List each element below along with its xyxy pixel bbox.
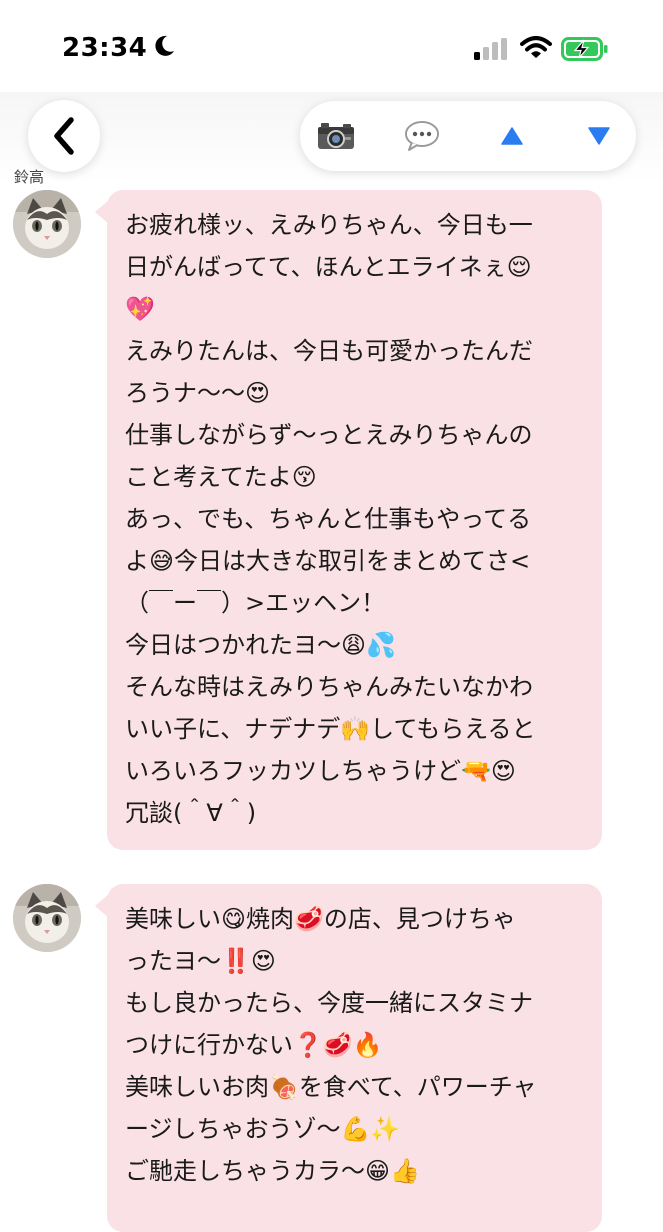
down-triangle-icon xyxy=(588,127,610,145)
cat-photo-icon xyxy=(13,884,81,952)
back-button[interactable] xyxy=(28,100,100,172)
message-text: お疲れ様ッ、えみりちゃん、今日も一 日がんばってて、ほんとエライネぇ😌 💖 えみ… xyxy=(125,211,536,827)
cat-photo-icon xyxy=(13,190,81,258)
status-time: 23:34 xyxy=(62,33,148,63)
moon-icon xyxy=(155,35,174,56)
wifi-icon xyxy=(520,36,552,58)
reply-bubble-button[interactable] xyxy=(392,101,452,171)
speech-bubble-icon xyxy=(405,121,439,151)
chat-toolbar xyxy=(300,101,636,171)
message-text: 美味しい😋焼肉🥩の店、見つけちゃ ったヨ〜‼️😍 もし良かったら、今度一緒にスタ… xyxy=(125,905,537,1185)
sender-name: 鈴高 xyxy=(14,168,45,186)
scroll-down-button[interactable] xyxy=(569,101,629,171)
avatar[interactable] xyxy=(13,884,81,952)
message-bubble: 美味しい😋焼肉🥩の店、見つけちゃ ったヨ〜‼️😍 もし良かったら、今度一緒にスタ… xyxy=(95,884,602,1232)
camera-icon xyxy=(318,123,354,149)
message-bubble: お疲れ様ッ、えみりちゃん、今日も一 日がんばってて、ほんとエライネぇ😌 💖 えみ… xyxy=(95,190,602,850)
bubble-tail xyxy=(95,894,109,918)
back-chevron-icon xyxy=(54,117,74,155)
avatar[interactable] xyxy=(13,190,81,258)
bubble-tail xyxy=(95,200,109,224)
cellular-signal-icon xyxy=(474,38,507,60)
status-bar: 23:34 xyxy=(0,0,663,95)
scroll-up-button[interactable] xyxy=(482,101,542,171)
up-triangle-icon xyxy=(501,127,523,145)
camera-button[interactable] xyxy=(306,101,366,171)
battery-charging-icon xyxy=(561,37,608,61)
